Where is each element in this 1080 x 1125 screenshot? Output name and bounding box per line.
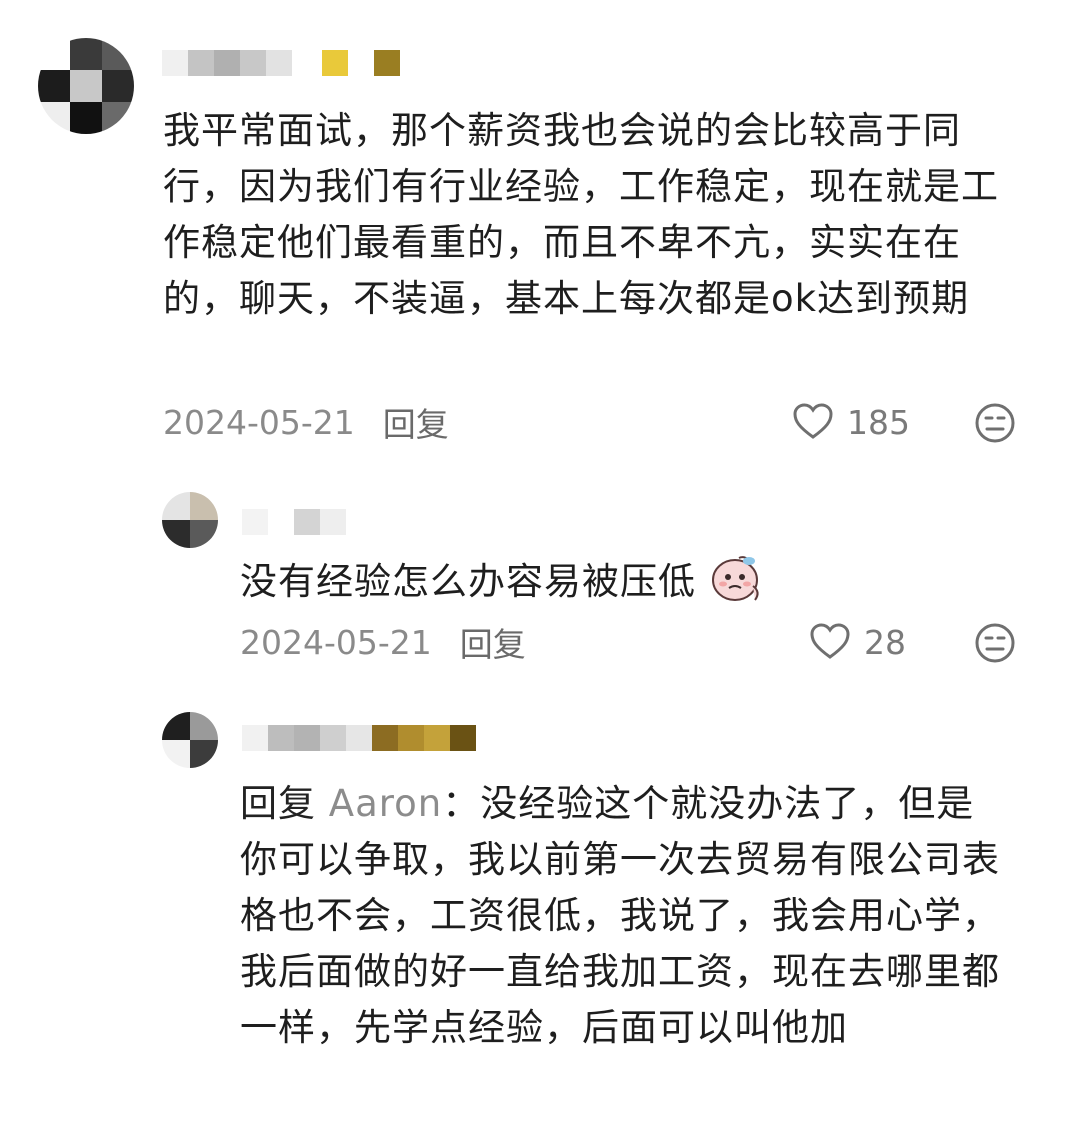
avatar[interactable]	[162, 712, 218, 768]
reply-button[interactable]: 回复	[383, 398, 449, 446]
mention-colon: ：	[442, 782, 481, 825]
username-blurred[interactable]	[242, 725, 476, 751]
comment-text-body: 没有经验怎么办容易被压低	[240, 560, 696, 603]
reply-button[interactable]: 回复	[460, 618, 526, 666]
mention-link[interactable]: Aaron	[329, 782, 442, 825]
comment-meta: 2024-05-21 回复	[240, 618, 526, 666]
like-button[interactable]: 28	[810, 620, 906, 664]
comment-date: 2024-05-21	[163, 402, 355, 442]
avatar[interactable]	[162, 492, 218, 548]
like-count: 28	[864, 622, 906, 662]
reply-comment-1: 没有经验怎么办容易被压低 2024-05-21 回复 28	[0, 470, 1080, 690]
heart-outline-icon	[810, 623, 850, 659]
meh-face-icon[interactable]	[974, 622, 1016, 664]
comment-meta: 2024-05-21 回复	[163, 398, 449, 446]
meh-face-icon[interactable]	[974, 402, 1016, 444]
like-count: 185	[847, 402, 910, 442]
reply-prefix: 回复	[240, 782, 316, 825]
comment-text: 回复 Aaron：没经验这个就没办法了，但是你可以争取，我以前第一次去贸易有限公…	[240, 776, 1010, 1056]
avatar[interactable]	[38, 38, 134, 134]
username-blurred[interactable]	[162, 50, 400, 76]
like-button[interactable]: 185	[793, 400, 910, 444]
crying-face-sticker	[711, 556, 759, 601]
comment-text: 没有经验怎么办容易被压低	[240, 552, 940, 610]
comment-text: 我平常面试，那个薪资我也会说的会比较高于同行，因为我们有行业经验，工作稳定，现在…	[163, 109, 999, 320]
heart-outline-icon	[793, 403, 833, 439]
comment-date: 2024-05-21	[240, 622, 432, 662]
username-blurred[interactable]	[242, 509, 346, 535]
reply-comment-2: 回复 Aaron：没经验这个就没办法了，但是你可以争取，我以前第一次去贸易有限公…	[0, 690, 1080, 1125]
comment-1: 我平常面试，那个薪资我也会说的会比较高于同行，因为我们有行业经验，工作稳定，现在…	[0, 0, 1080, 470]
